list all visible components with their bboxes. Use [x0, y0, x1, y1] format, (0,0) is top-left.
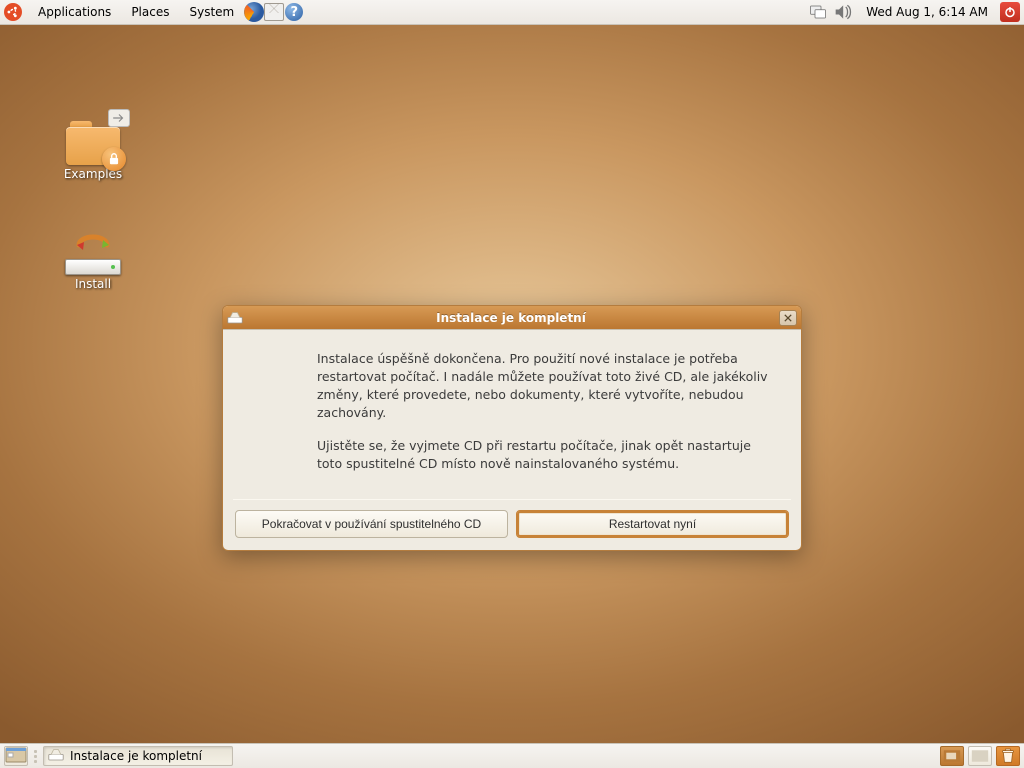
taskbar-item-label: Instalace je kompletní: [70, 749, 202, 763]
desktop-icon-label: Install: [56, 277, 130, 291]
dialog-paragraph: Ujistěte se, že vyjmete CD při restartu …: [317, 437, 771, 473]
restart-button[interactable]: Restartovat nyní: [516, 510, 789, 538]
workspace-switcher-1[interactable]: [940, 746, 964, 766]
drive-icon: [227, 310, 243, 326]
panel-right: Wed Aug 1, 6:14 AM: [808, 2, 1020, 22]
panel-left: Applications Places System ?: [4, 0, 304, 25]
desktop: Examples Install Instalace je kompletní …: [0, 25, 1024, 743]
workspace-switcher-2[interactable]: [968, 746, 992, 766]
install-icon: [65, 231, 121, 275]
dialog-actions: Pokračovat v používání spustitelného CD …: [223, 500, 801, 550]
trash-button[interactable]: [996, 746, 1020, 766]
mail-icon[interactable]: [264, 2, 284, 22]
symlink-emblem-icon: [108, 109, 130, 127]
menu-system[interactable]: System: [179, 0, 244, 25]
show-desktop-button[interactable]: [4, 746, 28, 766]
top-panel: Applications Places System ? Wed Aug 1, …: [0, 0, 1024, 25]
shutdown-button[interactable]: [1000, 2, 1020, 22]
help-icon[interactable]: ?: [284, 2, 304, 22]
install-complete-dialog: Instalace je kompletní Instalace úspěšně…: [222, 305, 802, 551]
close-button[interactable]: [779, 310, 797, 326]
dialog-body: Instalace úspěšně dokončena. Pro použití…: [223, 330, 801, 499]
lock-emblem-icon: [102, 147, 126, 171]
drive-icon: [48, 748, 64, 764]
firefox-icon[interactable]: [244, 2, 264, 22]
network-icon[interactable]: [808, 2, 828, 22]
dialog-title: Instalace je kompletní: [243, 311, 779, 325]
bottom-panel: Instalace je kompletní: [0, 743, 1024, 768]
ubuntu-logo-icon[interactable]: [4, 3, 22, 21]
taskbar-item-install-complete[interactable]: Instalace je kompletní: [43, 746, 233, 766]
desktop-icon-install[interactable]: Install: [56, 231, 130, 291]
dialog-paragraph: Instalace úspěšně dokončena. Pro použití…: [317, 350, 771, 423]
clock[interactable]: Wed Aug 1, 6:14 AM: [860, 5, 994, 19]
desktop-icon-examples[interactable]: Examples: [56, 121, 130, 181]
menu-applications[interactable]: Applications: [28, 0, 121, 25]
menu-places[interactable]: Places: [121, 0, 179, 25]
panel-grip[interactable]: [34, 746, 39, 766]
volume-icon[interactable]: [834, 2, 854, 22]
dialog-titlebar[interactable]: Instalace je kompletní: [223, 306, 801, 330]
continue-button[interactable]: Pokračovat v používání spustitelného CD: [235, 510, 508, 538]
folder-icon: [66, 121, 120, 165]
